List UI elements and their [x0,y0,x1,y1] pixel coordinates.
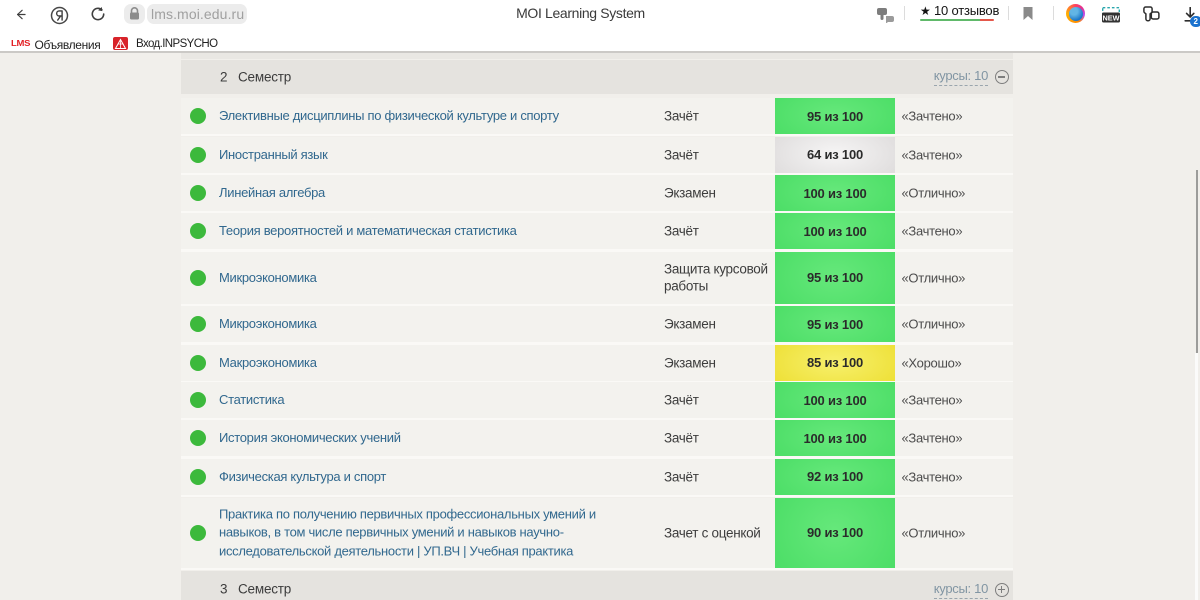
svg-text:NEW: NEW [1102,13,1119,22]
